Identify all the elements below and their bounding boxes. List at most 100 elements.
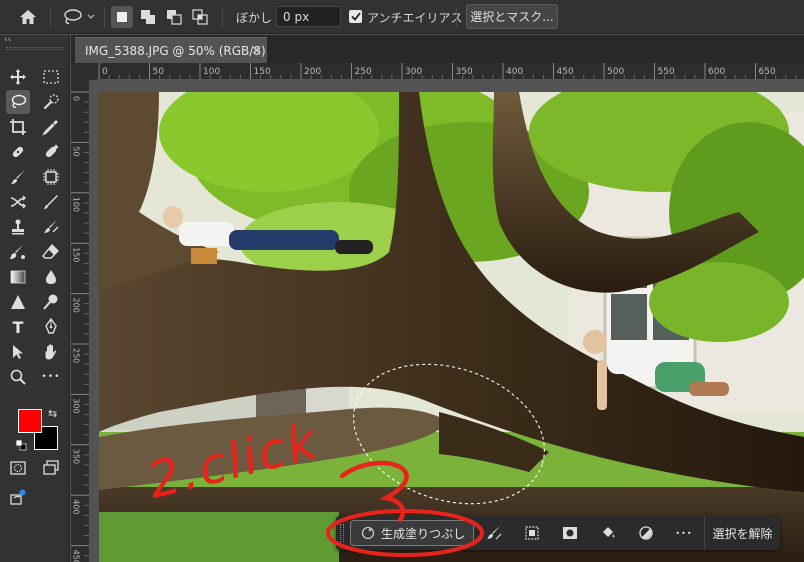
more-icon: ••• (675, 528, 693, 538)
paint-bucket-icon (603, 527, 615, 538)
rectangular-marquee-icon (43, 70, 59, 84)
gradient-tool[interactable] (6, 265, 30, 289)
mask-icon (563, 527, 577, 539)
taskbar-drag-handle[interactable] (340, 524, 344, 542)
clone-stamp-tool[interactable] (6, 215, 30, 239)
ruler-label: 0 (72, 96, 81, 101)
art-history-brush-tool[interactable] (39, 215, 63, 239)
quick-mask-icon (10, 461, 26, 475)
foreground-color-swatch[interactable] (18, 409, 42, 433)
object-selection-tool[interactable] (39, 165, 63, 189)
intersect-selection-button[interactable] (189, 6, 211, 28)
deselect-button[interactable]: 選択を解除 (704, 516, 780, 550)
close-tab-icon[interactable]: × (251, 43, 261, 57)
document-title: IMG_5388.JPG @ 50% (RGB/8) (85, 43, 266, 58)
chevron-down-icon (87, 14, 95, 19)
droplet-icon (46, 270, 56, 284)
lasso-tool[interactable] (6, 90, 30, 114)
ruler-label: 300 (72, 398, 81, 413)
dodge-tool[interactable] (39, 290, 63, 314)
move-icon (10, 69, 26, 85)
ruler-label: 50 (72, 146, 81, 156)
ruler-label: 250 (355, 67, 372, 77)
more-options-button[interactable]: ••• (674, 523, 694, 543)
pen-tool[interactable] (39, 315, 63, 339)
eraser-pair-tool[interactable] (6, 240, 30, 264)
generative-fill-button[interactable]: 生成塗りつぶし (350, 520, 474, 546)
vertical-ruler-ticks: 0 50 100 150 200 250 300 350 400 450 (71, 91, 89, 562)
pen-shape-tool[interactable] (6, 290, 30, 314)
default-colors-icon[interactable] (15, 439, 27, 451)
modify-selection-button[interactable] (484, 523, 504, 543)
ruler-label: 400 (72, 499, 81, 514)
triangle-icon (11, 295, 25, 309)
eyedropper-icon (42, 120, 58, 136)
add-to-selection-button[interactable] (137, 6, 159, 28)
lasso-preset-picker[interactable] (58, 7, 98, 27)
generative-sparkle-icon (361, 526, 375, 540)
remove-tool[interactable] (39, 140, 63, 164)
bandage-icon (12, 146, 24, 158)
type-tool[interactable]: T (6, 315, 30, 339)
new-selection-button[interactable] (111, 6, 133, 28)
horizontal-ruler[interactable]: 0 50 100 150 200 250 300 350 400 450 500 550 600 650 (97, 63, 804, 80)
feather-label: ぼかし : (236, 11, 280, 25)
select-and-mask-button[interactable]: 選択とマスク... (466, 4, 558, 29)
panel-grip[interactable] (6, 47, 64, 50)
invert-selection-button[interactable] (522, 523, 542, 543)
ruler-label: 0 (102, 67, 108, 77)
document-image[interactable]: Ⓐ (99, 92, 804, 562)
zoom-tool[interactable] (6, 365, 30, 389)
brush-edit-icon (487, 526, 502, 540)
quick-selection-tool[interactable] (39, 90, 63, 114)
quick-mask-button[interactable] (6, 456, 30, 480)
subtract-from-selection-button[interactable] (163, 6, 185, 28)
dodge-icon (43, 294, 58, 310)
ruler-label: 300 (405, 67, 422, 77)
hand-icon (45, 344, 57, 360)
collapse-panel-icon[interactable]: ‹‹ (4, 35, 11, 45)
share-button[interactable] (6, 485, 30, 509)
ruler-label: 450 (557, 67, 574, 77)
ruler-label: 350 (72, 449, 81, 464)
contextual-task-bar: 生成塗りつぶし ••• 選択を解除 (336, 516, 780, 550)
checkmark-icon (350, 12, 361, 21)
feather-input[interactable] (276, 6, 341, 27)
create-mask-button[interactable] (560, 523, 580, 543)
history-brush-tool[interactable] (6, 190, 30, 214)
move-tool[interactable] (6, 65, 30, 89)
ruler-origin[interactable] (71, 63, 97, 80)
spot-healing-tool[interactable] (6, 140, 30, 164)
document-tab[interactable]: IMG_5388.JPG @ 50% (RGB/8) × (75, 37, 267, 63)
adjustment-layer-button[interactable] (636, 523, 656, 543)
half-circle-icon (639, 526, 653, 540)
screen-mode-button[interactable] (39, 456, 63, 480)
new-selection-icon (117, 12, 127, 22)
eyedropper-tool[interactable] (39, 115, 63, 139)
pencil-brush-icon (44, 195, 58, 209)
marquee-tool[interactable] (39, 65, 63, 89)
ruler-label: 500 (607, 67, 624, 77)
swap-colors-icon[interactable]: ⇆ (48, 407, 57, 420)
path-selection-tool[interactable] (6, 340, 30, 364)
quick-selection-icon (43, 94, 59, 110)
vertical-ruler[interactable]: 0 50 100 150 200 250 300 350 400 450 (71, 80, 90, 562)
blur-tool[interactable] (39, 265, 63, 289)
eraser-tool[interactable] (39, 240, 63, 264)
generative-fill-label: 生成塗りつぶし (381, 526, 466, 541)
add-selection-icon (141, 10, 155, 24)
pencil-tool[interactable] (39, 190, 63, 214)
more-icon: ••• (41, 372, 61, 382)
document-tab-bar: IMG_5388.JPG @ 50% (RGB/8) × (71, 35, 804, 63)
horizontal-ruler-ticks: 0 50 100 150 200 250 300 350 400 450 500 550 600 650 (98, 63, 797, 79)
ruler-label: 200 (72, 298, 81, 313)
lasso-icon (64, 9, 82, 24)
chip-icon (43, 169, 59, 185)
fill-selection-button[interactable] (598, 523, 618, 543)
crop-tool[interactable] (6, 115, 30, 139)
home-icon[interactable] (16, 7, 40, 27)
hand-tool[interactable] (39, 340, 63, 364)
antialias-checkbox[interactable] (349, 10, 362, 23)
brush-tool[interactable] (6, 165, 30, 189)
edit-toolbar-button[interactable]: ••• (39, 365, 63, 389)
